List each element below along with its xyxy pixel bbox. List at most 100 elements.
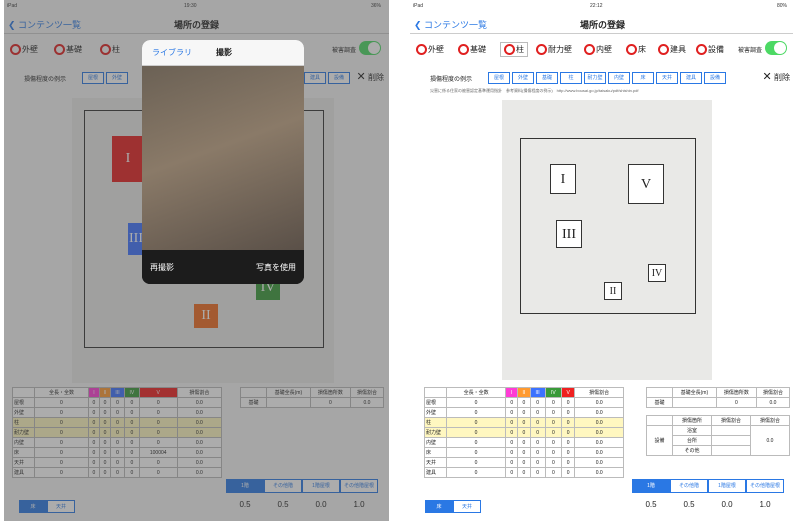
floor-plan-photo[interactable]: I V III IV II (502, 100, 712, 380)
battery-label: 80% (776, 3, 787, 9)
header-cell (424, 387, 447, 398)
segment-value: 0.5 (683, 500, 695, 509)
radio-interior-wall[interactable]: 内壁 (584, 44, 612, 56)
box-V[interactable]: V (628, 164, 664, 204)
radio-fixtures[interactable]: 建具 (658, 44, 686, 56)
radio-bearing-wall[interactable]: 耐力壁 (536, 44, 572, 56)
delete-button[interactable]: ✕ 削除 (763, 70, 790, 83)
retake-button[interactable]: 再撮影 (150, 262, 174, 273)
table-row[interactable]: 耐力壁 0 0 0 0 0 0 0.0 (424, 427, 624, 438)
radio-label: 外壁 (428, 45, 444, 54)
left-screen: iPad 19:30 36% ❮ コンテンツ一覧 場所の登録 外壁 基礎 柱 被… (4, 0, 389, 521)
table-row[interactable]: 内壁 0 0 0 0 0 0 0.0 (424, 437, 624, 448)
segment-other-roof[interactable]: その他階屋根 (746, 479, 784, 493)
radio-label: 柱 (516, 45, 524, 54)
header-cell: 損傷割合 (755, 387, 791, 398)
cell: 0 (445, 457, 507, 468)
header-cell: 全長・全数 (445, 387, 507, 398)
radio-exterior-wall[interactable]: 外壁 (416, 44, 444, 56)
header-cell (646, 415, 673, 426)
example-button-equipment[interactable]: 設備 (704, 72, 726, 84)
radio-floor[interactable]: 床 (626, 44, 646, 56)
table-row[interactable]: 基礎 0 0.0 (646, 397, 791, 408)
segment-values: 0.5 0.5 0.0 1.0 (632, 500, 784, 509)
example-button-roof[interactable]: 屋根 (488, 72, 510, 84)
cell: 0.0 (574, 397, 624, 408)
example-button-floor[interactable]: 床 (632, 72, 654, 84)
segment-value: 0.5 (645, 500, 657, 509)
radio-equipment[interactable]: 設備 (696, 44, 724, 56)
cell: 0.0 (574, 427, 624, 438)
cell: 0 (505, 397, 519, 408)
foundation-table: 基礎全長(m) 損傷箇所数 損傷割合 基礎 0 0.0 (646, 387, 791, 408)
use-photo-button[interactable]: 写真を使用 (256, 262, 296, 273)
cell: 0 (529, 437, 546, 448)
radio-ring-icon (584, 44, 595, 56)
cell: 0 (445, 397, 507, 408)
delete-label: 削除 (774, 73, 790, 82)
box-III[interactable]: III (556, 220, 582, 248)
table-row[interactable]: 天井 0 0 0 0 0 0 0.0 (424, 457, 624, 468)
segment-first-floor[interactable]: 1階 (632, 479, 670, 493)
cell: 0 (560, 457, 576, 468)
nav-bar: ❮ コンテンツ一覧 場所の登録 (410, 12, 793, 34)
radio-ring-icon (416, 44, 427, 56)
radio-label: 建具 (670, 45, 686, 54)
box-II[interactable]: II (604, 282, 622, 300)
example-button-ceiling[interactable]: 天井 (656, 72, 678, 84)
cell: 0.0 (750, 425, 790, 456)
popover-header: ライブラリ 撮影 (142, 40, 304, 66)
table-row[interactable]: 柱 0 0 0 0 0 0 0.0 (424, 417, 624, 428)
box-I[interactable]: I (550, 164, 576, 194)
cell: 0 (445, 427, 507, 438)
table-row[interactable]: 屋根 0 0 0 0 0 0 0.0 (424, 397, 624, 408)
damage-table: 全長・全数 I II III IV V 損傷割合 屋根 0 0 0 0 0 0 0.0 外壁 0… (424, 387, 624, 478)
row-label: 柱 (424, 417, 447, 428)
table-row[interactable]: 建具 0 0 0 0 0 0 0.0 (424, 467, 624, 478)
cell: その他 (672, 445, 712, 456)
damage-survey-toggle[interactable] (765, 41, 787, 55)
cell: 0 (445, 447, 507, 458)
table-row[interactable]: 設備 浴室 0.0 (646, 425, 790, 456)
cell: 0 (560, 437, 576, 448)
captured-photo (142, 66, 304, 250)
library-tab[interactable]: ライブラリ (152, 47, 192, 58)
cell: 台所 (672, 435, 712, 446)
segment-value: 0.0 (721, 500, 733, 509)
cell: 0 (517, 447, 531, 458)
example-button-foundation[interactable]: 基礎 (536, 72, 558, 84)
example-button-fixtures[interactable]: 建具 (680, 72, 702, 84)
header-cell: V (560, 387, 576, 398)
header-cell: 損傷箇所数 (715, 387, 757, 398)
segment-first-roof[interactable]: 1階屋根 (708, 479, 746, 493)
header-cell: 損傷割合 (574, 387, 624, 398)
table-row[interactable]: 床 0 0 0 0 0 0 0.0 (424, 447, 624, 458)
tab-ceiling[interactable]: 天井 (453, 500, 481, 513)
cell: 0.0 (574, 437, 624, 448)
row-label: 設備 (646, 425, 673, 456)
box-IV[interactable]: IV (648, 264, 666, 282)
tab-floor[interactable]: 床 (425, 500, 453, 513)
segment-other-floors[interactable]: その他階 (670, 479, 708, 493)
cell: 0 (517, 467, 531, 478)
example-button-column[interactable]: 柱 (560, 72, 582, 84)
radio-ring-icon (504, 44, 515, 56)
cell: 0 (505, 457, 519, 468)
cell[interactable] (672, 397, 717, 408)
row-label: 天井 (424, 457, 447, 468)
radio-ring-icon (696, 44, 707, 56)
cell: 0 (505, 407, 519, 418)
radio-label: 床 (638, 45, 646, 54)
example-button-exterior[interactable]: 外壁 (512, 72, 534, 84)
example-button-bearing-wall[interactable]: 耐力壁 (584, 72, 606, 84)
cell: 0.0 (574, 447, 624, 458)
radio-foundation[interactable]: 基礎 (458, 44, 486, 56)
cell[interactable] (711, 435, 751, 446)
example-button-interior-wall[interactable]: 内壁 (608, 72, 630, 84)
cell[interactable] (711, 445, 751, 456)
cell[interactable] (711, 425, 751, 436)
table-row[interactable]: 外壁 0 0 0 0 0 0 0.0 (424, 407, 624, 418)
radio-column[interactable]: 柱 (500, 42, 528, 58)
camera-popover: ライブラリ 撮影 再撮影 写真を使用 (142, 40, 304, 284)
camera-tab[interactable]: 撮影 (216, 47, 232, 58)
